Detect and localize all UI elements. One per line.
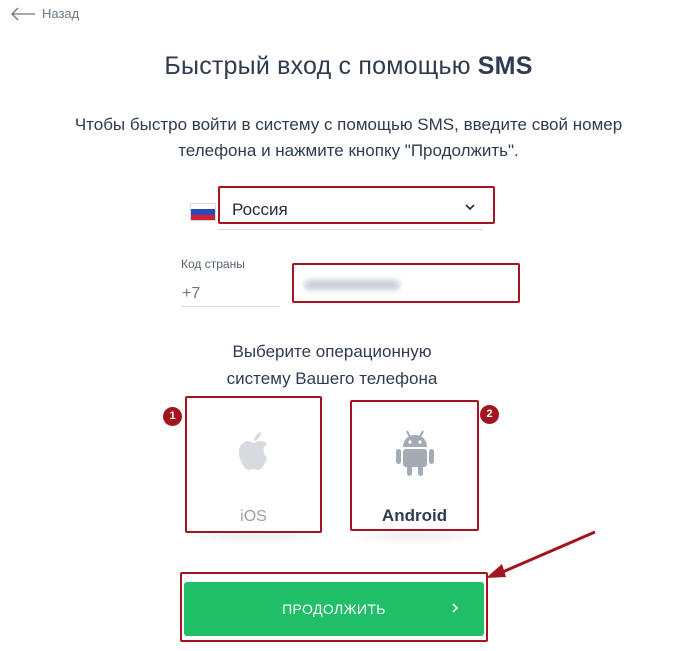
phone-number-input[interactable] [292,263,520,303]
country-code-value: +7 [182,285,201,302]
back-link[interactable]: Назад [10,6,79,21]
pointer-arrow-icon [486,530,596,578]
os-prompt-line-2: систему Вашего телефона [226,369,438,388]
chevron-down-icon [465,204,475,211]
os-option-android[interactable]: Android [350,400,479,531]
country-code-underline [181,306,279,307]
flag-stripe-red [191,214,215,220]
os-prompt: Выберите операционную систему Вашего тел… [0,338,664,392]
chevron-right-icon [452,603,459,613]
country-select-value: Россия [232,200,288,219]
page-title: Быстрый вход с помощью SMS [0,52,697,81]
step-badge-2: 2 [480,405,499,424]
page-title-bold: SMS [477,52,533,80]
os-option-ios-label: iOS [240,508,267,525]
country-code-label: Код страны [181,257,245,271]
phone-number-blurred [304,280,400,290]
os-option-ios[interactable]: iOS [185,396,322,533]
country-underline [218,229,483,230]
subtitle-line-1: Чтобы быстро войти в систему с помощью S… [74,115,623,134]
russia-flag-icon [190,203,216,221]
android-icon [396,430,434,476]
os-option-android-label: Android [381,506,448,525]
apple-icon [239,432,267,470]
subtitle-line-2: телефона и нажмите кнопку "Продолжить". [178,141,519,160]
page-title-text: Быстрый вход с помощью [164,52,478,80]
os-prompt-line-1: Выберите операционную [232,342,432,361]
back-label: Назад [42,6,80,21]
arrow-left-icon [11,7,35,20]
country-select[interactable]: Россия [218,186,495,224]
page-subtitle: Чтобы быстро войти в систему с помощью S… [20,112,677,164]
step-badge-1: 1 [163,407,182,426]
continue-button[interactable]: ПРОДОЛЖИТЬ [184,582,484,636]
continue-button-label: ПРОДОЛЖИТЬ [282,601,386,617]
